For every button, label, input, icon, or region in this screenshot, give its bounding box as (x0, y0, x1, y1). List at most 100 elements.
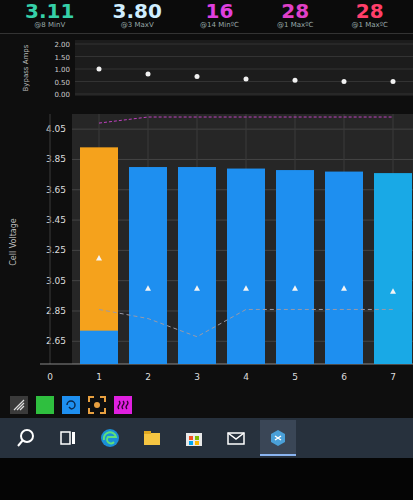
stat: 3.11@8 MinV (25, 1, 74, 30)
cell-bar (227, 169, 265, 364)
signal-icon[interactable] (10, 396, 28, 414)
bypass-tick: 2.00 (54, 41, 70, 49)
cell-tick: 6 (341, 372, 347, 382)
bms-app: 3.11@8 MinV3.80@3 MaxV16@14 MinºC28@1 Ma… (0, 0, 413, 500)
bypass-gridline (75, 56, 413, 57)
cell-bar-lower (178, 364, 216, 365)
cell-marker (292, 285, 298, 291)
cell-marker (194, 285, 200, 291)
cell-bar (276, 170, 314, 364)
stat: 16@14 MinºC (200, 1, 239, 30)
bypass-dot (342, 79, 347, 84)
bypass-dot (97, 67, 102, 72)
bypass-axis-title: Bypass Amps (22, 44, 30, 91)
bypass-gridline (75, 94, 413, 95)
stat: 28@1 MaxºC (277, 1, 313, 30)
cell-bar-lower (227, 364, 265, 365)
cell-bar-color (80, 147, 118, 364)
cell-marker (390, 288, 396, 294)
cell-bar-fill (276, 170, 314, 364)
min-voltage-line (99, 309, 393, 336)
bypass-gridline (75, 69, 413, 70)
stat-label: @14 MinºC (200, 21, 239, 30)
screen-bezel (0, 458, 413, 500)
voltage-tick: 2.85 (46, 306, 66, 316)
task-glyph-icon (183, 427, 205, 449)
cell-bar-lower (80, 331, 118, 364)
cell-bar-fill (325, 172, 363, 364)
edge-icon[interactable] (92, 420, 128, 456)
bypass-chart: Bypass Amps2.001.501.000.500.00 (0, 34, 413, 102)
voltage-tick: 4.05 (46, 124, 66, 134)
bypass-tick: 1.50 (54, 54, 70, 62)
cell-bar-color (374, 173, 412, 364)
bypass-gridline (75, 44, 413, 45)
cell-voltage-chart: Cell Voltage4.053.853.653.453.253.052.85… (0, 102, 413, 392)
task-glyph-icon (225, 427, 247, 449)
stat-value: 28 (281, 1, 309, 21)
edge-icon (101, 429, 119, 447)
stat-label: @1 MaxºC (352, 21, 388, 30)
search-icon[interactable] (8, 420, 44, 456)
voltage-gridline (72, 129, 413, 130)
bms-app-icon[interactable] (260, 420, 296, 456)
bms-app-mark-icon (275, 436, 281, 440)
voltage-tick: 3.45 (46, 215, 66, 225)
dashed-icon[interactable] (88, 396, 106, 414)
voltage-tick: 3.25 (46, 245, 66, 255)
wave-icon (118, 401, 128, 409)
task-view-icon[interactable] (50, 420, 86, 456)
cell-bar-color (178, 167, 216, 364)
search-handle-icon (18, 440, 23, 446)
cell-bar-fill (227, 169, 265, 364)
cell-bar (80, 147, 118, 364)
cell-bar (374, 173, 412, 364)
cell-bar-fill (129, 167, 167, 364)
store-icon[interactable] (176, 420, 212, 456)
bypass-dot (244, 77, 249, 82)
store-b-icon (189, 441, 193, 445)
task-glyph-icon (267, 426, 289, 448)
voltage-vgridline (50, 114, 51, 364)
mail-flap-icon (228, 433, 244, 439)
bypass-gridline (75, 81, 413, 82)
cell-bar (129, 167, 167, 364)
cell-bar-fill (178, 167, 216, 364)
cycle-icon[interactable] (62, 396, 80, 414)
chart-toolbar (0, 392, 413, 418)
tool-glyph-icon (90, 398, 104, 412)
mail-icon (228, 433, 244, 444)
cell-bar-lower (129, 364, 167, 365)
cell-bar-lower (325, 364, 363, 365)
cell-marker (145, 285, 151, 291)
cycle-icon (67, 401, 75, 409)
wave-icon[interactable] (114, 396, 132, 414)
mail-icon[interactable] (218, 420, 254, 456)
task-view-back-icon (72, 432, 75, 444)
cell-bar-lower (276, 364, 314, 365)
store-y-icon (195, 441, 199, 445)
voltage-tick: 3.65 (46, 185, 66, 195)
stat: 28@1 MaxºC (352, 1, 388, 30)
tool-glyph-icon (38, 398, 52, 412)
cell-bar-lower (374, 364, 412, 365)
stats-header: 3.11@8 MinV3.80@3 MaxV16@14 MinºC28@1 Ma… (0, 0, 413, 34)
signal-icon (14, 400, 24, 410)
explorer-icon[interactable] (134, 420, 170, 456)
stat-label: @3 MaxV (121, 21, 154, 30)
max-voltage-line (99, 117, 393, 123)
cell-bar (325, 172, 363, 364)
cell-marker (341, 285, 347, 291)
dashed-icon (94, 402, 100, 408)
bypass-dot (195, 74, 200, 79)
stat-value: 3.11 (25, 1, 74, 21)
voltage-tick: 3.05 (46, 276, 66, 286)
cell-tick: 3 (194, 372, 200, 382)
store-r-icon (189, 436, 193, 440)
cell-tick: 7 (390, 372, 396, 382)
plain-icon[interactable] (36, 396, 54, 414)
voltage-tick: 3.85 (46, 154, 66, 164)
task-glyph-icon (57, 427, 79, 449)
cell-tick: 1 (96, 372, 102, 382)
cell-tick: 0 (47, 372, 53, 382)
